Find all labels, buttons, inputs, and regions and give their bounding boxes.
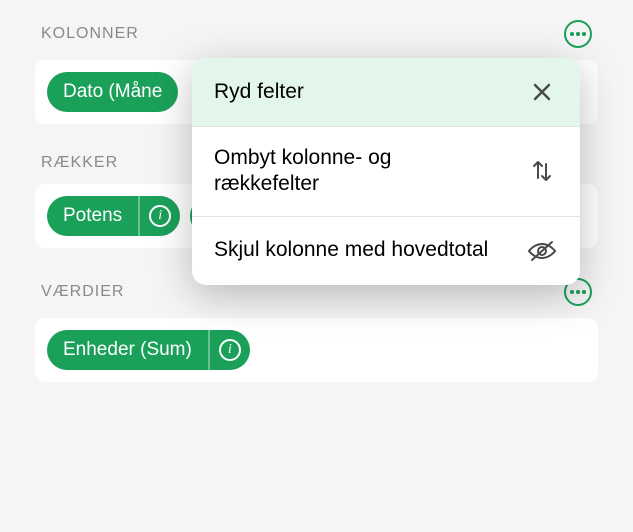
info-icon: i xyxy=(219,339,241,361)
pill-label: Enheder (Sum) xyxy=(47,339,208,361)
field-pill-potens[interactable]: Potens i xyxy=(47,196,180,236)
columns-more-button[interactable] xyxy=(564,20,592,48)
values-body[interactable]: Enheder (Sum) i xyxy=(35,318,598,382)
menu-item-hide-total[interactable]: Skjul kolonne med hovedtotal xyxy=(192,217,580,285)
pill-label: Dato (Måne xyxy=(47,81,178,103)
columns-title: KOLONNER xyxy=(41,25,139,43)
columns-header: KOLONNER xyxy=(35,20,598,48)
pill-info-button[interactable]: i xyxy=(210,339,250,361)
hide-icon xyxy=(526,235,558,267)
menu-item-label: Skjul kolonne med hovedtotal xyxy=(214,237,488,263)
rows-title: RÆKKER xyxy=(41,154,118,172)
close-icon xyxy=(526,76,558,108)
swap-icon xyxy=(526,155,558,187)
values-section: VÆRDIER Enheder (Sum) i xyxy=(35,278,598,382)
field-pill-enheder[interactable]: Enheder (Sum) i xyxy=(47,330,250,370)
menu-item-label: Ombyt kolonne- og rækkefelter xyxy=(214,145,494,198)
pill-info-button[interactable]: i xyxy=(140,205,180,227)
menu-item-label: Ryd felter xyxy=(214,79,304,105)
info-icon: i xyxy=(149,205,171,227)
values-title: VÆRDIER xyxy=(41,283,124,301)
ellipsis-icon xyxy=(570,32,586,36)
menu-item-swap-fields[interactable]: Ombyt kolonne- og rækkefelter xyxy=(192,127,580,217)
pill-label: Potens xyxy=(47,205,138,227)
menu-item-clear-fields[interactable]: Ryd felter xyxy=(192,58,580,127)
columns-options-popover: Ryd felter Ombyt kolonne- og rækkefelter… xyxy=(192,58,580,285)
field-pill-dato[interactable]: Dato (Måne xyxy=(47,72,178,112)
ellipsis-icon xyxy=(570,290,586,294)
